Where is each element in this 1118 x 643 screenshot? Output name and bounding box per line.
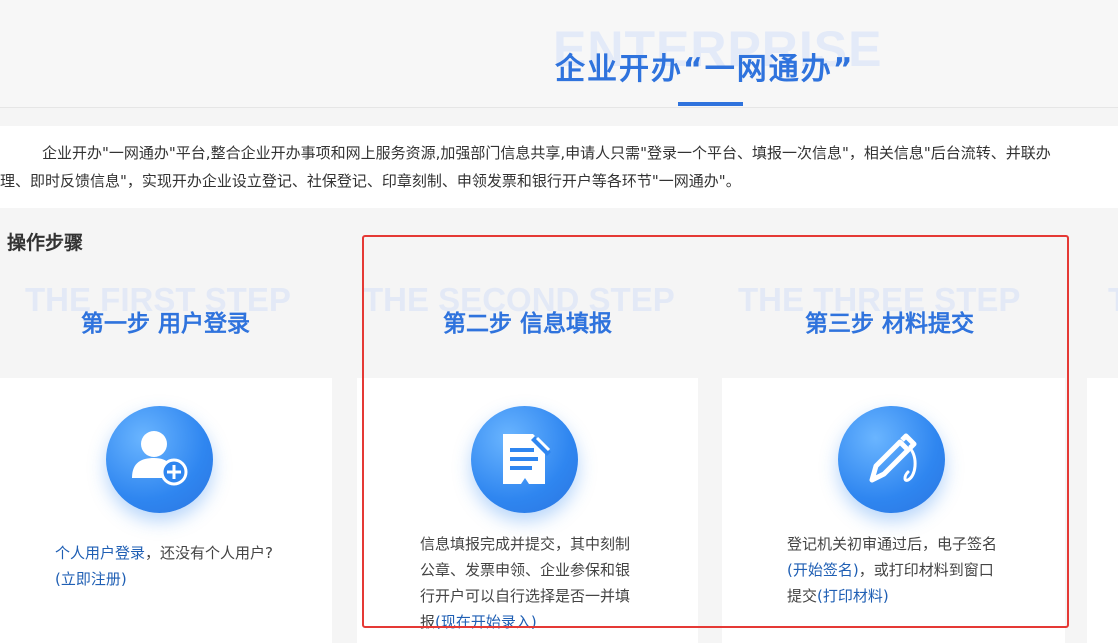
- user-add-icon[interactable]: [106, 406, 213, 513]
- start-entry-link[interactable]: (现在开始录入): [435, 613, 537, 631]
- next-step-watermark-partial: T: [1108, 281, 1118, 319]
- start-sign-link[interactable]: (开始签名): [787, 561, 859, 579]
- print-materials-link[interactable]: (打印材料): [817, 587, 889, 605]
- step-1-title: 第一步 用户登录: [81, 311, 251, 337]
- register-link[interactable]: (立即注册): [55, 570, 127, 588]
- steps-heading: 操作步骤: [7, 232, 84, 254]
- intro-panel: 企业开办"一网通办"平台,整合企业开办事项和网上服务资源,加强部门信息共享,申请…: [0, 126, 1118, 208]
- step-3-title: 第三步 材料提交: [805, 311, 975, 337]
- page-title: 企业开办“一网通办”: [555, 52, 855, 87]
- step-2-text: 信息填报完成并提交，其中刻制公章、发票申领、企业参保和银行开户可以自行选择是否一…: [420, 531, 635, 635]
- step-3-card: 登记机关初审通过后，电子签名(开始签名)，或打印材料到窗口提交(打印材料): [722, 378, 1065, 643]
- step-2-card: 信息填报完成并提交，其中刻制公章、发票申领、企业参保和银行开户可以自行选择是否一…: [357, 378, 698, 643]
- step-1-text-mid: ，还没有个人用户?: [145, 544, 273, 562]
- title-underline: [678, 102, 743, 106]
- pen-sign-icon[interactable]: [838, 406, 945, 513]
- intro-line-1: 企业开办"一网通办"平台,整合企业开办事项和网上服务资源,加强部门信息共享,申请…: [42, 144, 1051, 162]
- step-1-text: 个人用户登录，还没有个人用户? (立即注册): [55, 540, 280, 592]
- intro-line-2: 理、即时反馈信息"，实现开办企业设立登记、社保登记、印章刻制、申领发票和银行开户…: [0, 172, 741, 190]
- step-3-text: 登记机关初审通过后，电子签名(开始签名)，或打印材料到窗口提交(打印材料): [787, 531, 1002, 609]
- form-edit-icon[interactable]: [471, 406, 578, 513]
- page-header: ENTERPRISE 企业开办“一网通办”: [0, 0, 1118, 108]
- step-3-text-pre: 登记机关初审通过后，电子签名: [787, 535, 998, 553]
- personal-login-link[interactable]: 个人用户登录: [55, 544, 145, 562]
- step-1-card: 个人用户登录，还没有个人用户? (立即注册): [0, 378, 332, 643]
- step-2-title: 第二步 信息填报: [443, 311, 613, 337]
- next-card-partial: [1087, 378, 1118, 643]
